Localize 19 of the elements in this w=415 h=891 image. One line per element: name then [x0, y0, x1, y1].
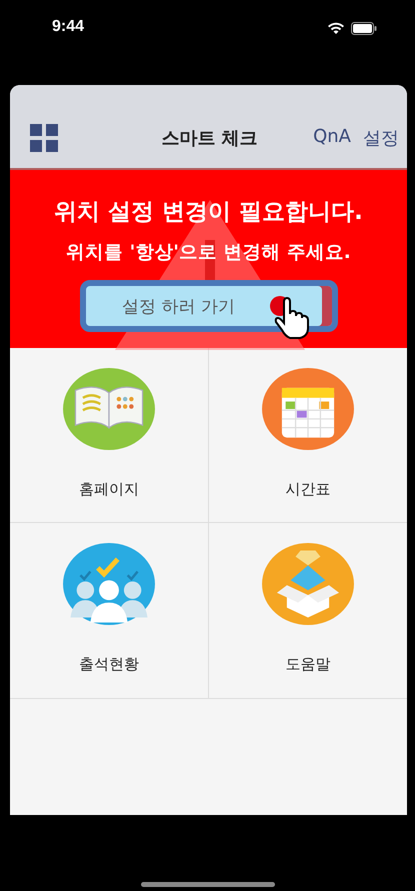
alert-title: 위치 설정 변경이 필요합니다.	[54, 198, 363, 227]
status-time: 9:44	[52, 18, 84, 36]
menu-label: 시간표	[285, 480, 330, 499]
grid-menu-icon[interactable]	[30, 124, 58, 152]
alert-message: 위치를 '항상'으로 변경해 주세요.	[66, 241, 351, 264]
menu-label: 도움말	[285, 655, 330, 674]
app-title: 스마트 체크	[160, 126, 259, 150]
menu-tile[interactable]: 출석현황	[10, 523, 208, 699]
qna-link[interactable]: QnA	[313, 126, 351, 150]
menu-label: 출석현황	[78, 655, 139, 674]
wifi-icon	[327, 22, 345, 34]
menu-tile[interactable]: 시간표	[208, 348, 407, 523]
menu-tile[interactable]: 홈페이지	[10, 348, 208, 523]
settings-link[interactable]: 설정	[363, 126, 399, 150]
menu-tile[interactable]: 도움말	[208, 523, 407, 699]
pointer-hand-icon	[270, 294, 310, 340]
battery-icon	[351, 22, 377, 34]
go-to-settings-button[interactable]: 설정 하러 가기	[80, 280, 338, 332]
menu-label: 홈페이지	[78, 480, 139, 499]
